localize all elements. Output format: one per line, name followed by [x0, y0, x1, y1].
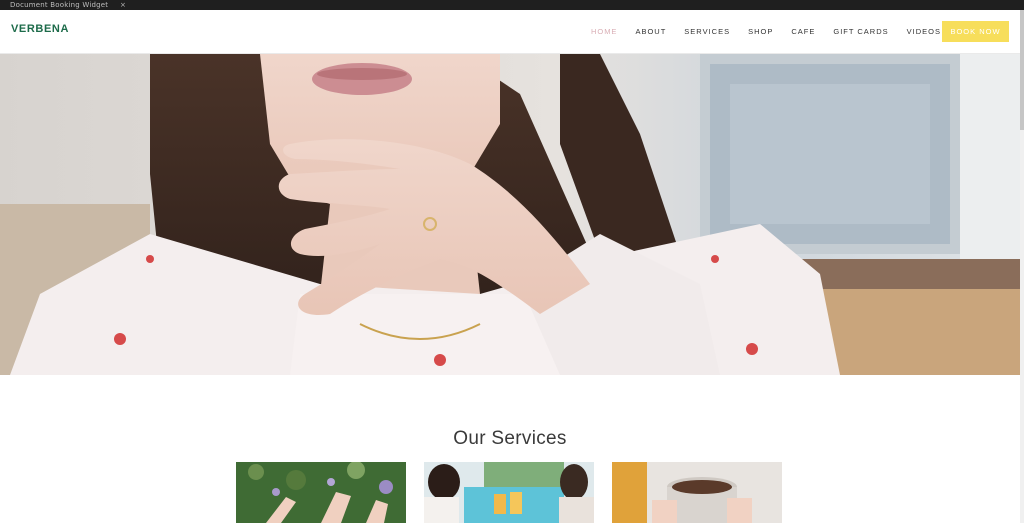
top-bar-label: Document Booking Widget — [10, 1, 109, 9]
nav-item-about[interactable]: ABOUT — [635, 27, 666, 36]
services-title: Our Services — [453, 428, 567, 449]
service-card-nails[interactable] — [236, 462, 406, 523]
service-card-social[interactable] — [424, 462, 594, 523]
service-card-cafe[interactable] — [612, 462, 782, 523]
page: Document Booking Widget × VERBENA HOME A… — [0, 0, 1024, 523]
scrollbar-thumb[interactable] — [1020, 10, 1024, 130]
nav-item-services[interactable]: SERVICES — [684, 27, 730, 36]
nails-image — [236, 462, 406, 523]
editor-top-bar: Document Booking Widget × — [0, 0, 1024, 10]
site-logo[interactable]: VERBENA — [11, 23, 69, 35]
coffee-image — [612, 462, 782, 523]
site-header: VERBENA HOME ABOUT SERVICES SHOP CAFE GI… — [0, 10, 1020, 54]
nav-item-shop[interactable]: SHOP — [748, 27, 773, 36]
main-nav: HOME ABOUT SERVICES SHOP CAFE GIFT CARDS… — [573, 27, 941, 36]
friends-image — [424, 462, 594, 523]
hero-illustration — [0, 54, 1020, 375]
nav-item-gift-cards[interactable]: GIFT CARDS — [833, 27, 888, 36]
nav-item-cafe[interactable]: CAFE — [791, 27, 815, 36]
book-now-button[interactable]: BOOK NOW — [942, 21, 1009, 42]
nav-item-videos[interactable]: VIDEOS — [907, 27, 941, 36]
nav-item-home[interactable]: HOME — [591, 27, 618, 36]
close-icon[interactable]: × — [120, 0, 126, 10]
hero-image — [0, 54, 1020, 375]
